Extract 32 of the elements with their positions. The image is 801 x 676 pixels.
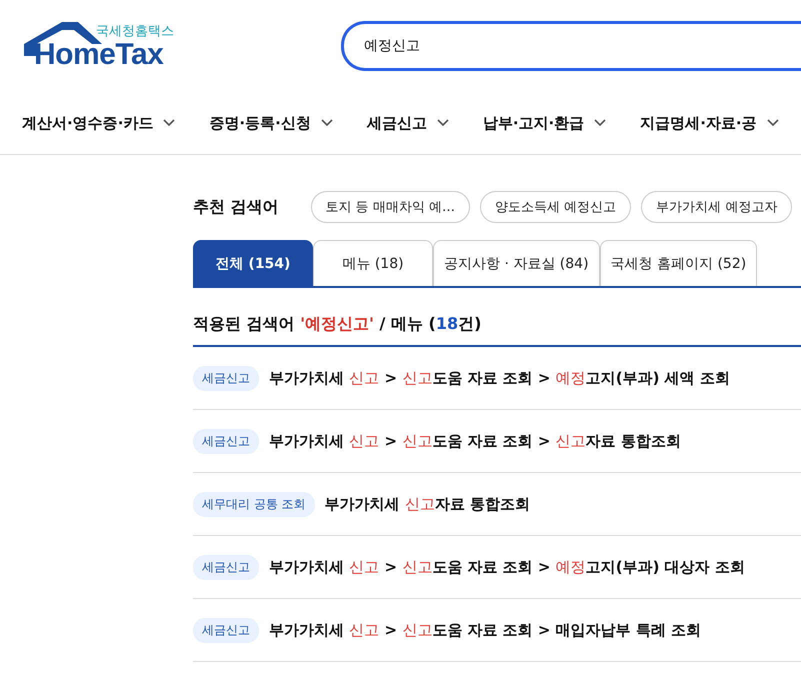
chevron-down-icon [594,119,606,127]
keyword-chip[interactable]: 부가가치세 예정고자 [641,191,792,223]
chevron-down-icon [766,119,779,127]
recommended-label: 추천 검색어 [193,196,279,218]
tab[interactable]: 메뉴 (18) [313,240,433,286]
nav-menu-item[interactable]: 증명·등록·신청 [209,114,333,132]
nav-menu-item[interactable]: 납부·고지·환급 [482,114,606,132]
category-tag: 세금신고 [193,618,259,642]
tab[interactable]: 전체 (154) [193,240,313,286]
category-tag: 세금신고 [193,428,259,454]
result-link[interactable]: 부가가치세 신고 > 신고도움 자료 조회 > 매입자납부 특례 조회 [269,620,702,640]
chevron-down-icon [163,119,176,127]
logo-title: HomeTax [34,38,164,72]
chevron-down-icon [320,119,333,127]
result-link[interactable]: 부가가치세 신고 > 신고도움 자료 조회 > 예정고지(부과) 대상자 조회 [269,558,745,576]
results-heading: 적용된 검색어 '예정신고' / 메뉴 (18건) [193,314,801,347]
chevron-down-icon [436,119,449,127]
nav-menu-item[interactable]: 세금신고 [366,114,449,132]
result-link[interactable]: 부가가치세 신고자료 통합조회 [324,494,530,514]
tab[interactable]: 국세청 홈페이지 (52) [600,240,758,286]
nav-menu-item[interactable]: 계산서·영수증·카드 [22,114,176,132]
search-field[interactable]: 예정신고 [341,21,801,71]
tab[interactable]: 공지사항 · 자료실 (84) [433,240,600,286]
nav-menu-item[interactable]: 지급명세·자료·공 [640,114,779,132]
result-link[interactable]: 부가가치세 신고 > 신고도움 자료 조회 > 신고자료 통합조회 [269,432,681,450]
logo-subtitle: 국세청홈택스 [96,23,174,40]
category-tag: 세금신고 [193,554,259,580]
result-link[interactable]: 부가가치세 신고 > 신고도움 자료 조회 > 예정고지(부과) 세액 조회 [269,368,730,388]
category-tag: 세금신고 [193,366,259,390]
keyword-chip[interactable]: 양도소득세 예정신고 [480,191,632,223]
category-tag: 세무대리 공통 조회 [193,492,315,516]
keyword-chip[interactable]: 토지 등 매매차익 예… [310,191,470,223]
